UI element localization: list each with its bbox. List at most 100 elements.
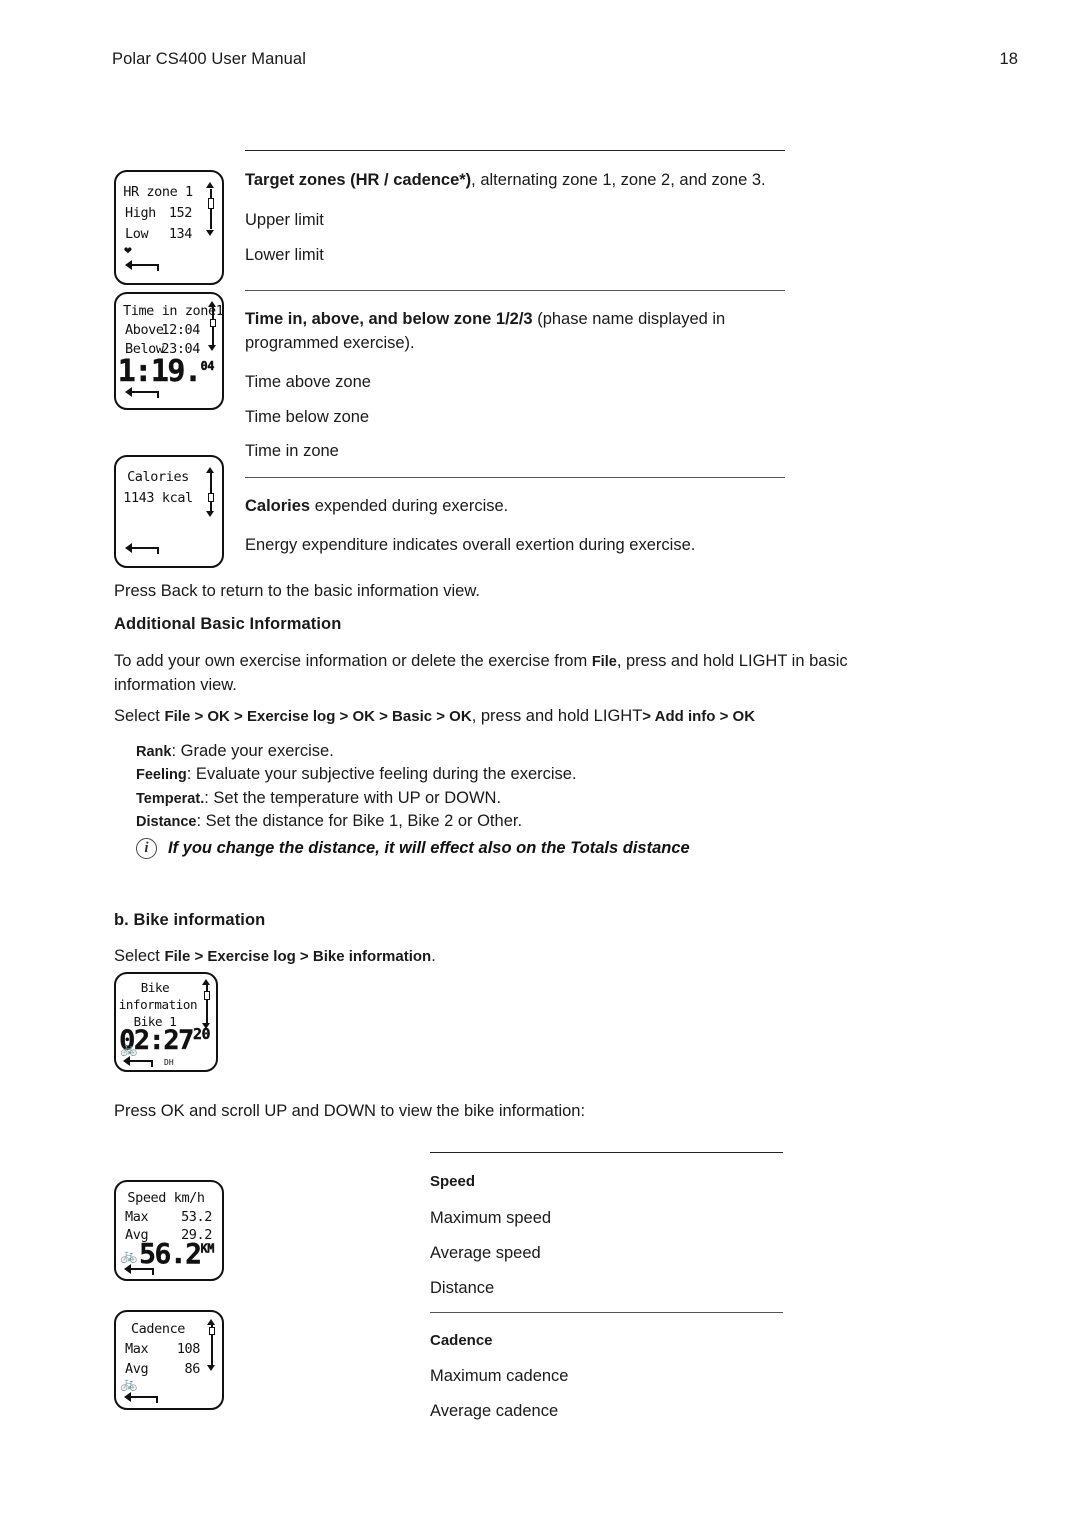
table-row: Lower limit — [245, 245, 324, 264]
table-row: Target zones (HR / cadence*), alternatin… — [245, 169, 785, 193]
scroll-indicator — [201, 979, 212, 1029]
scroll-indicator — [206, 1319, 217, 1371]
menu-path-bike-information: File > Exercise log > Bike information — [164, 948, 432, 965]
file-menu-label: File — [591, 654, 617, 670]
additional-basic-information-heading: Additional Basic Information — [114, 615, 342, 633]
lcd-hr-zone: HR zone 1 High 152 Low 134 ❤ — [114, 170, 224, 285]
scroll-down-arrow-icon — [207, 1365, 215, 1371]
back-arrow-icon — [125, 542, 159, 555]
lcd-hr-low-value: 134 — [168, 226, 193, 242]
scroll-down-arrow-icon — [202, 1023, 210, 1029]
table-row-header: Cadence — [430, 1331, 493, 1349]
lcd-speed: Speed km/h Max 53.2 Avg 29.2 56.2KM 🚲 — [114, 1180, 224, 1281]
lcd-tz-big-value: 1:19.04 — [117, 354, 215, 389]
lcd-cadence-avg-label: Avg — [125, 1361, 149, 1377]
lcd-hr-high-label: High — [125, 205, 156, 221]
scroll-track — [210, 189, 212, 229]
lcd-hr-low-label: Low — [125, 226, 149, 242]
select-prefix: Select — [114, 707, 165, 725]
list-item: Rank: Grade your exercise. — [136, 741, 916, 762]
select-mid: , press and hold LIGHT — [471, 707, 643, 725]
scroll-indicator — [205, 182, 216, 236]
definition-desc: : Set the temperature with UP or DOWN. — [204, 788, 502, 807]
lcd-bike-information: Bike information Bike 1 02:2720 DH 🚲 — [114, 972, 218, 1072]
heart-icon: ❤ — [124, 243, 132, 258]
lcd-time-in-zone: Time in zone1 Above 12:04 Below 23:04 1:… — [114, 292, 224, 410]
bike-select-prefix: Select — [114, 947, 165, 965]
table-rule — [430, 1311, 783, 1313]
scroll-track — [210, 473, 212, 511]
menu-path-basic: File > OK > Exercise log > OK > Basic > … — [164, 708, 472, 725]
info-icon: i — [136, 838, 157, 859]
scroll-indicator — [205, 467, 216, 517]
table-row: Time in, above, and below zone 1/2/3 (ph… — [245, 308, 785, 356]
table-row: Calories expended during exercise. — [245, 495, 785, 519]
page-number: 18 — [999, 50, 1018, 68]
definition-desc: : Grade your exercise. — [171, 742, 334, 760]
manual-page: Polar CS400 User Manual 18 HR zone 1 Hig… — [0, 0, 1080, 1528]
table-row: Time above zone — [245, 372, 371, 391]
scroll-thumb — [207, 198, 214, 209]
table-rule — [245, 289, 785, 291]
bike-select-suffix: . — [431, 947, 436, 965]
press-back-paragraph: Press Back to return to the basic inform… — [114, 582, 480, 600]
scroll-thumb — [203, 991, 210, 1000]
lcd-cadence-max-label: Max — [125, 1341, 149, 1357]
bicycle-icon: 🚲 — [120, 1248, 138, 1264]
list-item: Distance: Set the distance for Bike 1, B… — [136, 811, 916, 832]
scroll-indicator — [207, 301, 218, 351]
lcd-cadence-avg-value: 86 — [184, 1361, 201, 1377]
lcd-bike-sub-label: DH — [164, 1058, 174, 1067]
table-row: Maximum cadence — [430, 1367, 569, 1386]
lcd-cadence: Cadence Max 108 Avg 86 🚲 — [114, 1310, 224, 1410]
scroll-thumb — [209, 319, 216, 327]
list-item: Temperat.: Set the temperature with UP o… — [136, 788, 916, 809]
add-info-definition-list: Rank: Grade your exercise. Feeling: Eval… — [136, 741, 916, 833]
target-zones-desc: , alternating zone 1, zone 2, and zone 3… — [471, 171, 766, 189]
scroll-up-arrow-icon — [206, 182, 214, 188]
definition-desc: : Set the distance for Bike 1, Bike 2 or… — [196, 812, 523, 831]
definition-term: Rank — [136, 744, 172, 760]
press-ok-paragraph: Press OK and scroll UP and DOWN to view … — [114, 1102, 586, 1120]
back-arrow-icon — [125, 259, 159, 272]
add-info-paragraph: To add your own exercise information or … — [114, 650, 884, 698]
menu-path-add-info: > Add info > OK — [642, 708, 756, 725]
definition-term: Feeling — [136, 767, 187, 784]
table-row: Upper limit — [245, 210, 324, 229]
table-row: Time below zone — [245, 407, 370, 426]
lcd-hr-high-value: 152 — [168, 205, 193, 221]
page-header: Polar CS400 User Manual 18 — [112, 50, 1018, 69]
manual-title: Polar CS400 User Manual — [112, 50, 306, 68]
definition-desc: : Evaluate your subjective feeling durin… — [186, 765, 577, 784]
list-item: Feeling: Evaluate your subjective feelin… — [136, 764, 916, 785]
back-arrow-icon — [124, 1263, 154, 1276]
lcd-tz-big-main: 1:19. — [117, 354, 203, 389]
table-row: Average cadence — [430, 1402, 559, 1421]
basic-info-table: Target zones (HR / cadence*), alternatin… — [245, 150, 785, 558]
scroll-down-arrow-icon — [208, 345, 216, 351]
scroll-down-arrow-icon — [206, 230, 214, 236]
info-callout: i If you change the distance, it will ef… — [136, 838, 836, 859]
bike-select-path-line: Select File > Exercise log > Bike inform… — [114, 945, 814, 969]
bike-information-heading: b. Bike information — [114, 911, 266, 929]
table-row: Time in zone — [245, 442, 339, 461]
table-row: Maximum speed — [430, 1208, 552, 1227]
table-rule — [245, 477, 785, 479]
calories-desc: expended during exercise. — [310, 497, 509, 516]
back-arrow-icon — [125, 386, 159, 399]
back-arrow-icon — [124, 1391, 158, 1404]
lcd-tz-above-value: 12:04 — [161, 322, 200, 338]
lcd-speed-title: Speed km/h — [127, 1190, 205, 1206]
scroll-thumb — [207, 493, 214, 502]
lcd-speed-big-unit: KM — [200, 1241, 214, 1256]
table-rule-top — [430, 1152, 783, 1153]
target-zones-term: Target zones (HR / cadence*) — [245, 171, 472, 189]
scroll-thumb — [208, 1327, 215, 1335]
table-rule-top — [245, 150, 785, 151]
lcd-tz-above-label: Above — [125, 322, 164, 338]
table-row: Average speed — [430, 1243, 541, 1262]
bike-info-table: Speed Maximum speed Average speed Distan… — [430, 1152, 783, 1424]
table-row: Energy expenditure indicates overall exe… — [245, 536, 696, 555]
lcd-calories: Calories 1143 kcal — [114, 455, 224, 568]
lcd-tz-big-sup: 04 — [200, 359, 214, 373]
